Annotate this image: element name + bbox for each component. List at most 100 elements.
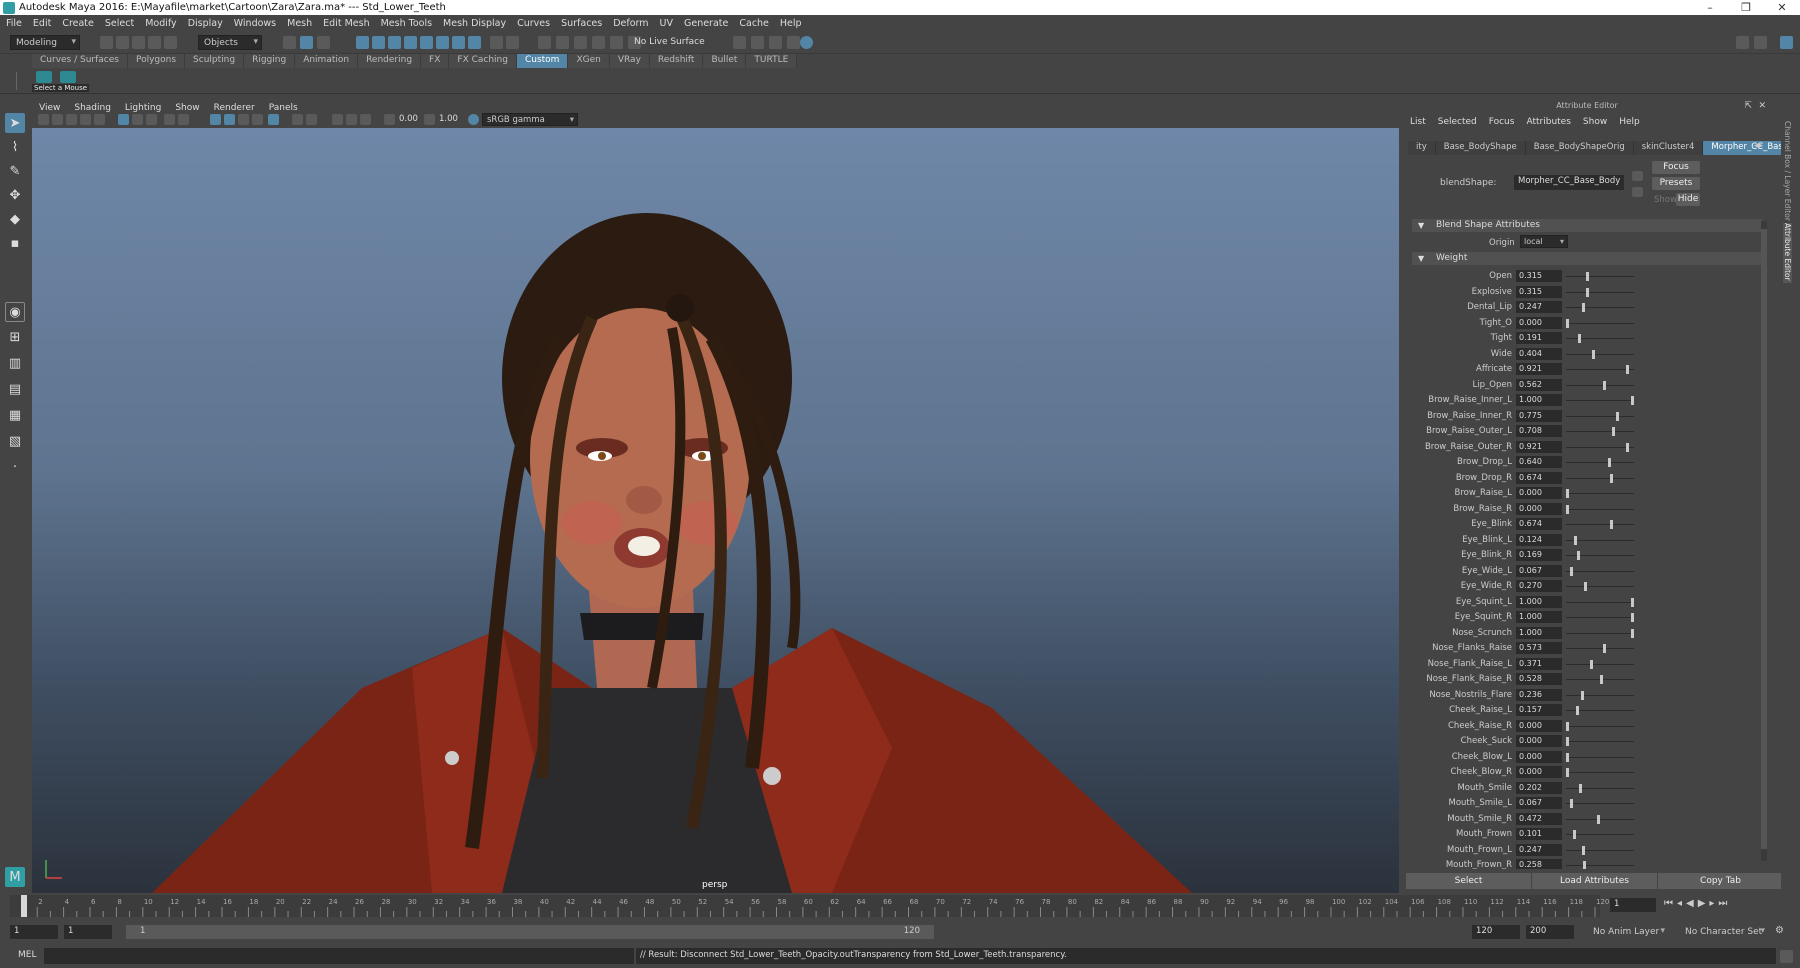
select-hierarchy-icon[interactable] [283, 36, 296, 49]
weight-slider-handle[interactable] [1566, 489, 1569, 498]
presets-button[interactable]: Presets [1652, 177, 1700, 190]
weight-value-field[interactable]: 0.157 [1516, 704, 1562, 716]
script-language-label[interactable]: MEL [18, 950, 36, 960]
weight-slider-track[interactable] [1566, 741, 1634, 742]
weight-slider-track[interactable] [1566, 322, 1634, 324]
weight-value-field[interactable]: 0.247 [1516, 301, 1562, 313]
weight-slider-track[interactable] [1566, 462, 1634, 463]
current-time-indicator[interactable] [21, 895, 27, 917]
lasso-tool-icon[interactable]: ⌇ [5, 137, 25, 157]
weight-slider-track[interactable] [1566, 570, 1634, 572]
render-view-icon[interactable] [733, 36, 746, 49]
ae-tab-base-bodyshapeorig[interactable]: Base_BodyShapeOrig [1525, 141, 1634, 155]
menu-display[interactable]: Display [188, 18, 223, 29]
copy-tab-button[interactable]: Copy Tab [1658, 873, 1783, 889]
weight-slider-handle[interactable] [1566, 504, 1569, 514]
textured-icon[interactable] [238, 114, 249, 125]
color-space-dropdown[interactable]: sRGB gamma [482, 113, 578, 126]
wireframe-icon[interactable] [210, 114, 221, 125]
menu-edit-mesh[interactable]: Edit Mesh [323, 18, 369, 29]
shadows-icon[interactable] [268, 114, 279, 125]
exposure-value[interactable]: 0.00 [399, 114, 418, 124]
weight-slider-track[interactable] [1566, 632, 1634, 634]
ae-menu-attributes[interactable]: Attributes [1526, 117, 1570, 127]
weight-value-field[interactable]: 0.258 [1516, 859, 1562, 869]
channel-box-side-tab[interactable]: Channel Box / Layer Editor [1783, 121, 1792, 221]
persp-outliner-layout-icon[interactable]: ▥ [5, 353, 25, 373]
field-chart-icon[interactable] [178, 114, 189, 125]
scrollbar-thumb[interactable] [1761, 229, 1767, 849]
weight-value-field[interactable]: 0.404 [1516, 347, 1562, 360]
snap-curve-icon[interactable] [556, 36, 569, 49]
snap-view-icon[interactable] [610, 36, 623, 49]
weight-value-field[interactable]: 0.000 [1516, 735, 1562, 747]
weight-slider-track[interactable] [1566, 756, 1634, 758]
weight-slider-handle[interactable] [1631, 628, 1634, 638]
select-tool-icon[interactable]: ➤ [5, 113, 25, 133]
ae-menu-help[interactable]: Help [1619, 117, 1640, 127]
weight-value-field[interactable]: 0.674 [1516, 471, 1562, 484]
toggle-channel-box-icon[interactable] [1780, 36, 1793, 49]
ae-menu-list[interactable]: List [1410, 117, 1426, 127]
viewport-menu-view[interactable]: View [39, 103, 60, 113]
weight-slider-handle[interactable] [1566, 318, 1569, 328]
weight-slider-handle[interactable] [1602, 380, 1606, 390]
film-gate-icon[interactable] [132, 114, 143, 125]
weight-slider-track[interactable] [1566, 276, 1634, 277]
rotate-tool-icon[interactable]: ◆ [5, 209, 25, 229]
mask-surface-icon[interactable] [404, 36, 417, 49]
viewport-menu-lighting[interactable]: Lighting [125, 103, 161, 113]
lights-icon[interactable] [252, 114, 263, 125]
weight-slider-handle[interactable] [1625, 365, 1629, 374]
origin-dropdown[interactable]: local [1520, 235, 1568, 248]
mask-render-icon[interactable] [452, 36, 465, 49]
start-frame-field[interactable]: 1 [10, 925, 58, 939]
weight-slider-track[interactable] [1566, 803, 1634, 804]
mask-misc-icon[interactable] [468, 36, 481, 49]
weight-slider-track[interactable] [1566, 369, 1634, 370]
redo-icon[interactable] [164, 36, 177, 49]
weight-slider-handle[interactable] [1616, 411, 1620, 421]
weight-value-field[interactable]: 0.562 [1516, 378, 1562, 391]
toggle-attribute-editor-icon[interactable] [1754, 36, 1767, 49]
weight-slider-handle[interactable] [1586, 287, 1590, 297]
new-scene-icon[interactable] [100, 36, 113, 49]
snap-grid-icon[interactable] [538, 36, 551, 49]
weight-slider-handle[interactable] [1625, 442, 1629, 452]
gamma-icon[interactable] [424, 114, 435, 125]
select-camera-icon[interactable] [38, 114, 49, 125]
shelf-tab-redshift[interactable]: Redshift [649, 54, 704, 68]
weight-slider-handle[interactable] [1581, 690, 1585, 700]
weight-slider-handle[interactable] [1631, 613, 1634, 622]
shelf-tab-rigging[interactable]: Rigging [244, 54, 296, 68]
live-surface-label[interactable]: No Live Surface [634, 37, 705, 47]
shelf-tab-rendering[interactable]: Rendering [358, 54, 422, 68]
weight-slider-handle[interactable] [1566, 737, 1569, 746]
selection-mode-dropdown[interactable]: Objects [198, 35, 262, 50]
render-settings-icon[interactable] [787, 36, 800, 49]
character-set-dropdown[interactable]: No Character Set [1680, 925, 1768, 940]
ae-tab-ity[interactable]: ity [1408, 141, 1436, 155]
select-component-icon[interactable] [317, 36, 330, 49]
move-tool-icon[interactable]: ✥ [5, 185, 25, 205]
weight-value-field[interactable]: 0.124 [1516, 533, 1562, 546]
weight-value-field[interactable]: 0.775 [1516, 409, 1562, 422]
menu-mesh[interactable]: Mesh [287, 18, 312, 29]
smooth-shade-icon[interactable] [224, 114, 235, 125]
weight-slider-handle[interactable] [1578, 334, 1582, 343]
weight-slider-handle[interactable] [1583, 582, 1587, 591]
weight-slider-handle[interactable] [1570, 799, 1574, 808]
weight-slider-track[interactable] [1566, 818, 1634, 820]
outliner-layout-icon[interactable]: ▧ [5, 431, 25, 451]
mask-joint-icon[interactable] [372, 36, 385, 49]
weight-slider-handle[interactable] [1609, 473, 1613, 483]
gamma-value[interactable]: 1.00 [439, 114, 458, 124]
viewport-menu-shading[interactable]: Shading [74, 103, 111, 113]
weight-slider-handle[interactable] [1566, 768, 1569, 777]
snap-projected-icon[interactable] [592, 36, 605, 49]
range-end-field[interactable]: 120 [1472, 925, 1520, 939]
camera-attributes-icon[interactable] [52, 114, 63, 125]
shelf-tab-polygons[interactable]: Polygons [127, 54, 186, 68]
close-panel-icon[interactable]: ✕ [1758, 101, 1766, 111]
mouse-shelf-icon[interactable] [36, 71, 52, 83]
